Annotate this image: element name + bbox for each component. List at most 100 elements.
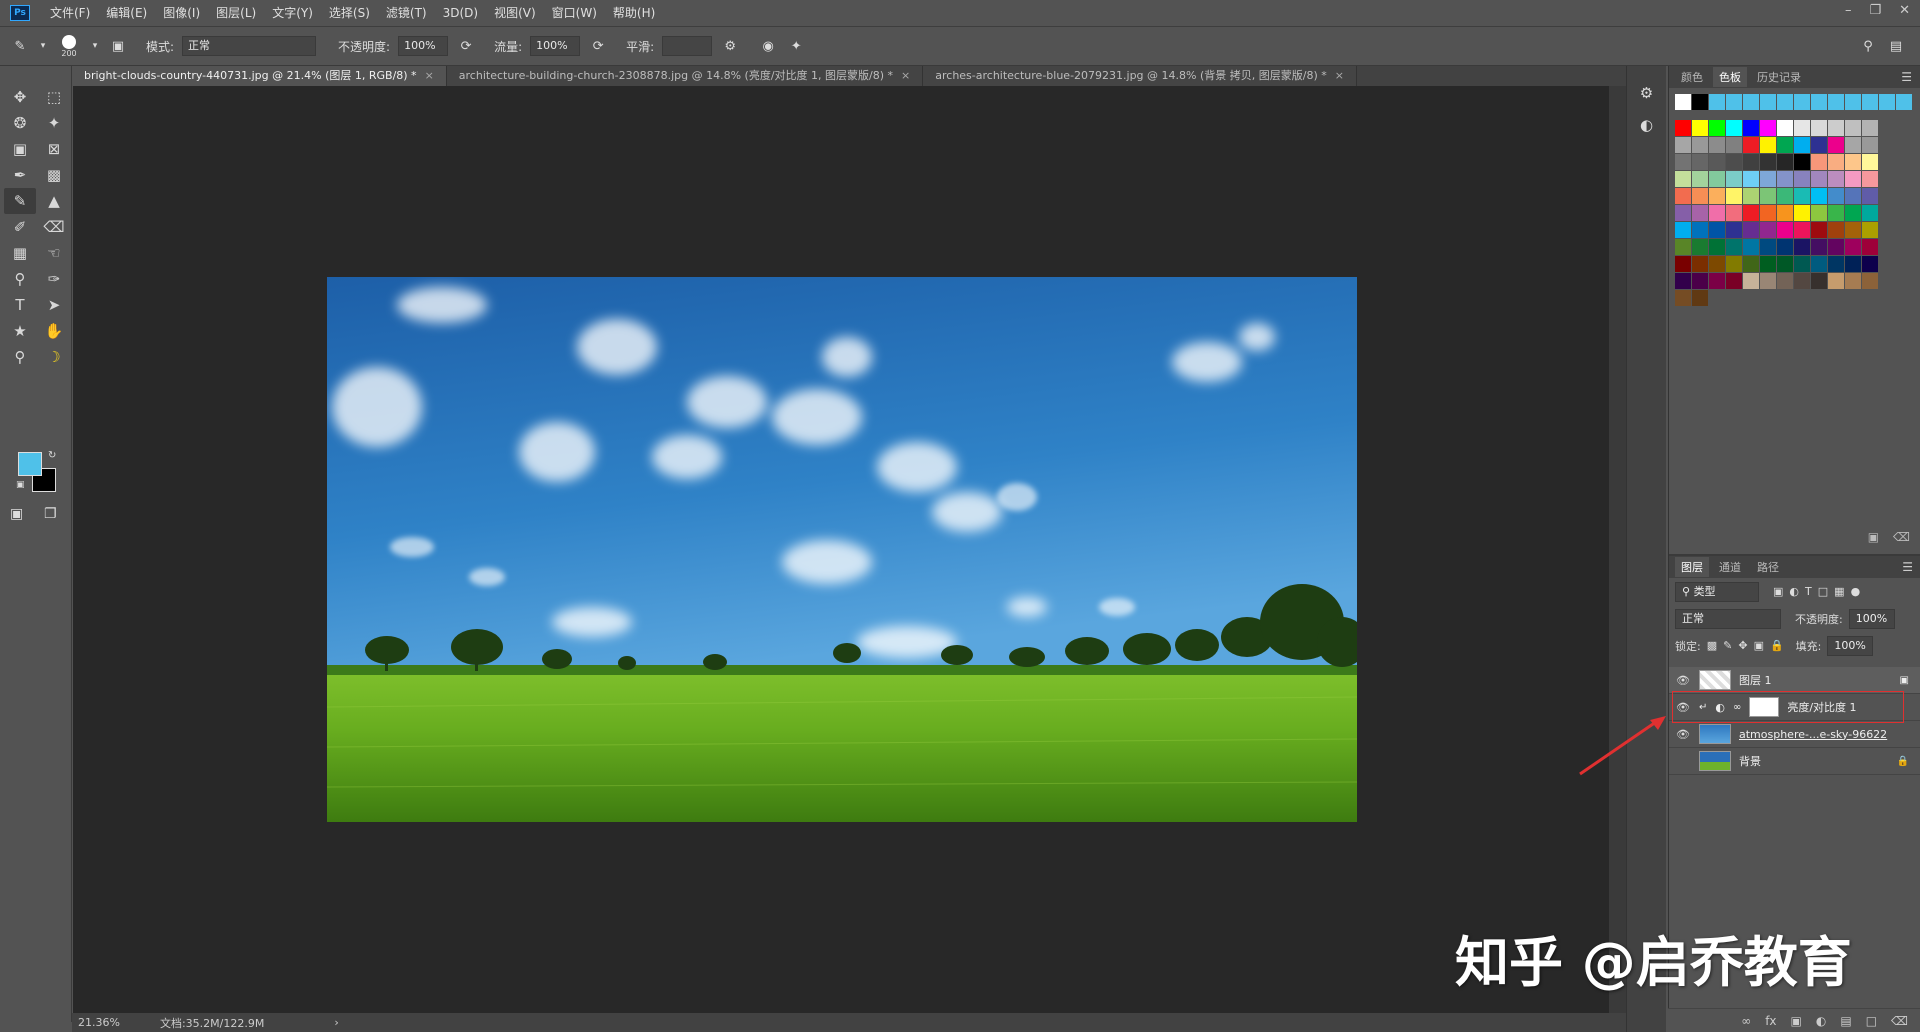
color-swatch[interactable] [1709,171,1725,187]
lock-pixels-icon[interactable]: ✎ [1723,639,1732,652]
add-mask-icon[interactable]: ▣ [1791,1014,1802,1028]
color-swatch[interactable] [1845,256,1861,272]
menu-help[interactable]: 帮助(H) [605,0,663,26]
color-swatch[interactable] [1811,120,1827,136]
lock-artboard-icon[interactable]: ▣ [1754,639,1764,652]
color-swatch[interactable] [1862,273,1878,289]
color-swatch[interactable] [1709,137,1725,153]
default-colors-icon[interactable]: ▣ [16,480,25,490]
color-swatch[interactable] [1777,154,1793,170]
blend-mode-select[interactable]: 正常 [1675,608,1781,629]
color-swatch[interactable] [1845,94,1861,110]
color-swatch[interactable] [1743,171,1759,187]
workspace-icon[interactable]: ▤ [1886,36,1906,56]
color-swatch[interactable] [1794,154,1810,170]
close-icon[interactable]: × [901,69,910,82]
color-swatch[interactable] [1845,120,1861,136]
pen-tool-icon[interactable]: ✑ [38,266,70,292]
color-swatch[interactable] [1743,239,1759,255]
color-swatch[interactable] [1726,137,1742,153]
dodge-tool-icon[interactable]: ⚲ [4,266,36,292]
new-layer-icon[interactable]: □ [1866,1014,1877,1028]
color-swatch[interactable] [1862,239,1878,255]
pressure-size-icon[interactable]: ◉ [758,36,778,56]
brush-size-picker[interactable]: 200 [56,34,82,58]
color-swatch[interactable] [1709,273,1725,289]
color-swatch[interactable] [1862,205,1878,221]
properties-icon[interactable]: ⚙ [1633,80,1661,106]
path-select-tool-icon[interactable]: ➤ [38,292,70,318]
layer-opacity-input[interactable]: 100% [1848,608,1895,629]
color-swatch[interactable] [1692,154,1708,170]
color-swatch[interactable] [1794,94,1810,110]
color-swatch[interactable] [1828,120,1844,136]
color-swatch[interactable] [1675,239,1691,255]
minimize-icon[interactable]: – [1845,0,1852,22]
color-swatch[interactable] [1675,154,1691,170]
lock-all-icon[interactable]: 🔒 [1770,639,1784,652]
filter-type-icon[interactable]: T [1805,585,1812,598]
color-swatch[interactable] [1692,120,1708,136]
color-swatch[interactable] [1794,171,1810,187]
crop-tool-icon[interactable]: ▣ [4,136,36,162]
color-swatch[interactable] [1777,239,1793,255]
color-swatch[interactable] [1692,239,1708,255]
color-swatch[interactable] [1811,222,1827,238]
menu-layer[interactable]: 图层(L) [208,0,264,26]
color-swatch[interactable] [1692,256,1708,272]
color-swatch[interactable] [1845,171,1861,187]
panel-menu-icon[interactable]: ☰ [1901,70,1912,84]
close-icon[interactable]: × [1335,69,1344,82]
trash-icon[interactable]: ⌫ [1891,1014,1908,1028]
fill-input[interactable]: 100% [1827,635,1874,656]
color-swatch[interactable] [1760,273,1776,289]
color-swatch[interactable] [1726,120,1742,136]
color-swatch[interactable] [1675,137,1691,153]
eye-icon[interactable]: 👁 [1675,674,1691,687]
smoothing-input[interactable] [662,36,713,56]
menu-file[interactable]: 文件(F) [42,0,98,26]
color-swatch[interactable] [1675,171,1691,187]
menu-image[interactable]: 图像(I) [155,0,208,26]
color-swatch[interactable] [1828,154,1844,170]
color-swatch[interactable] [1760,154,1776,170]
color-swatch[interactable] [1760,137,1776,153]
color-swatch[interactable] [1828,222,1844,238]
color-swatch[interactable] [1692,188,1708,204]
link-layers-icon[interactable]: ∞ [1741,1014,1751,1028]
color-swatch[interactable] [1726,205,1742,221]
color-swatch[interactable] [1743,120,1759,136]
color-swatch[interactable] [1675,120,1691,136]
layer-filter-select[interactable]: ⚲ 类型 [1675,581,1759,602]
tab-channels[interactable]: 通道 [1713,557,1747,577]
type-tool-icon[interactable]: T [4,292,36,318]
color-swatch[interactable] [1726,256,1742,272]
color-swatch[interactable] [1828,137,1844,153]
color-swatch[interactable] [1777,222,1793,238]
color-swatch[interactable] [1692,222,1708,238]
color-swatch[interactable] [1811,137,1827,153]
brush-tool-icon[interactable]: ✎ [4,188,36,214]
hand-tool-icon[interactable]: ✋ [38,318,70,344]
color-swatch[interactable] [1692,273,1708,289]
color-swatch[interactable] [1709,154,1725,170]
color-swatch[interactable] [1828,273,1844,289]
color-swatch[interactable] [1709,222,1725,238]
color-swatch[interactable] [1692,137,1708,153]
filter-pixel-icon[interactable]: ▣ [1773,585,1783,598]
close-icon[interactable]: ✕ [1899,0,1910,22]
color-swatch[interactable] [1760,239,1776,255]
color-swatch[interactable] [1777,188,1793,204]
screen-mode-icon[interactable]: ❐ [44,506,57,522]
layer-row[interactable]: 👁 atmosphere-...e-sky-96622 [1669,721,1920,748]
color-swatch[interactable] [1709,120,1725,136]
color-swatch[interactable] [1726,171,1742,187]
menu-3d[interactable]: 3D(D) [435,0,486,26]
color-swatch[interactable] [1760,205,1776,221]
shape-tool-icon[interactable]: ★ [4,318,36,344]
eraser-tool-icon[interactable]: ⌫ [38,214,70,240]
color-swatch[interactable] [1862,120,1878,136]
zoom-level[interactable]: 21.36% [78,1016,120,1029]
filter-shape-icon[interactable]: □ [1818,585,1828,598]
color-swatch[interactable] [1794,120,1810,136]
